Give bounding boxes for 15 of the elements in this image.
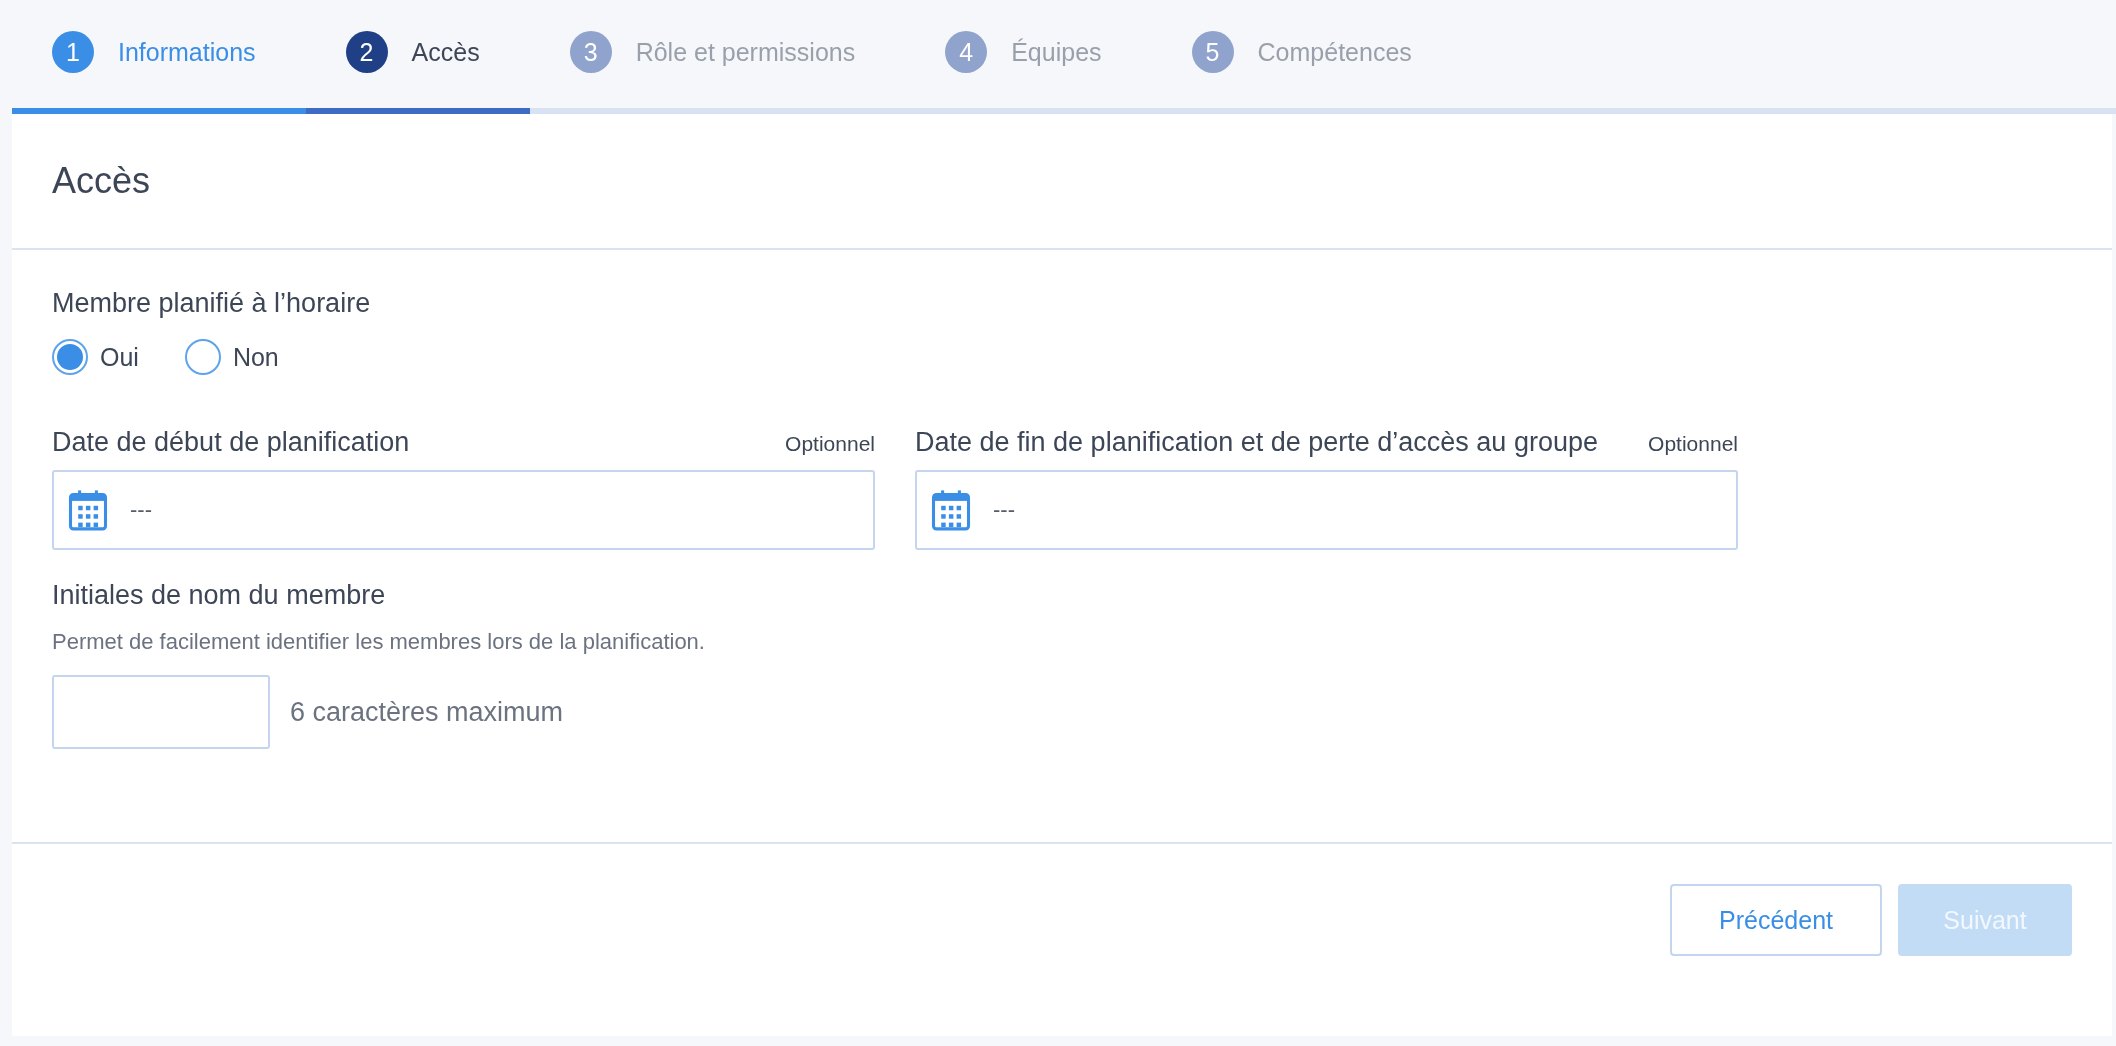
- radio-option[interactable]: Non: [184, 339, 279, 375]
- field-label: Initiales de nom du membre: [52, 580, 387, 611]
- optional-hint: Optionnel: [1648, 432, 1738, 456]
- field-label: Membre planifié à l’horaire: [52, 288, 372, 319]
- date-field[interactable]: ---: [52, 470, 875, 550]
- help-text: Permet de facilement identifier les membres lors de la planification.: [52, 629, 706, 655]
- max-length-note: 6 caractères maximum: [290, 696, 564, 728]
- initials-field[interactable]: [52, 675, 270, 749]
- previous-button[interactable]: Précédent: [1670, 884, 1882, 956]
- radio-option[interactable]: Oui: [52, 339, 139, 375]
- field-label: Date de début de planification: [52, 427, 410, 458]
- optional-hint: Optionnel: [785, 432, 875, 456]
- field-label: Date de fin de planification et de perte d’accès au groupe: [915, 427, 1598, 458]
- card-title: Accès: [52, 160, 151, 202]
- date-field[interactable]: ---: [915, 470, 1738, 550]
